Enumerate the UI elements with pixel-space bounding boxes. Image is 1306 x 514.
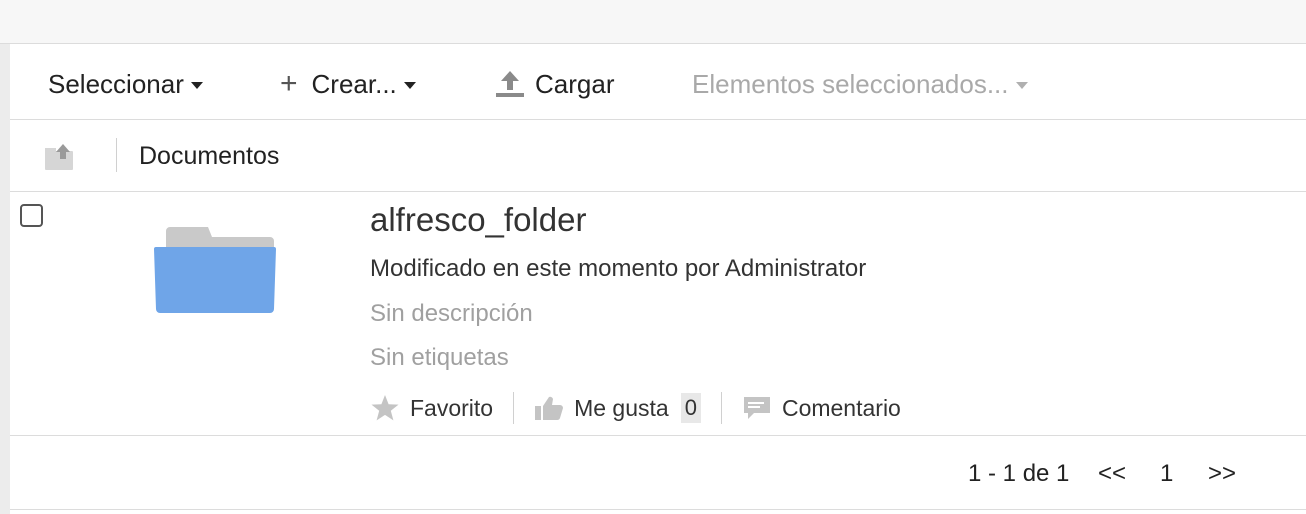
comment-label: Comentario — [781, 394, 901, 421]
next-page-link[interactable]: >> — [1208, 460, 1236, 488]
document-library-panel: Seleccionar + Crear... Cargar Elementos … — [10, 44, 1306, 514]
chevron-down-icon — [403, 82, 416, 89]
create-menu-label: Crear... — [311, 68, 397, 99]
breadcrumb[interactable]: Documentos — [139, 142, 279, 171]
selected-items-label: Elementos seleccionados... — [692, 68, 1009, 99]
favorite-button[interactable]: Favorito — [370, 394, 493, 422]
action-divider — [513, 392, 515, 424]
left-edge-strip — [0, 44, 10, 514]
upload-icon — [495, 70, 525, 98]
item-title-link[interactable]: alfresco_folder — [370, 201, 586, 239]
folder-icon[interactable] — [152, 225, 278, 320]
bottom-divider — [10, 509, 1306, 510]
plus-icon: + — [280, 67, 298, 100]
top-header-bar — [0, 0, 1306, 44]
first-page-link[interactable]: << — [1098, 460, 1126, 488]
chevron-down-icon — [190, 82, 203, 89]
like-button[interactable]: Me gusta 0 — [534, 393, 701, 423]
pagination-range: 1 - 1 de 1 — [968, 460, 1070, 487]
like-label: Me gusta — [574, 394, 669, 421]
select-checkbox[interactable] — [20, 204, 43, 227]
upload-button[interactable]: Cargar — [495, 68, 614, 100]
page-number-link[interactable]: 1 — [1160, 460, 1173, 488]
item-description: Sin descripción — [370, 300, 533, 327]
thumbs-up-icon — [535, 396, 564, 421]
action-divider — [720, 392, 722, 424]
selected-items-menu[interactable]: Elementos seleccionados... — [692, 68, 1028, 100]
select-menu-label: Seleccionar — [48, 68, 184, 99]
comment-icon — [743, 397, 770, 419]
upload-label: Cargar — [535, 68, 615, 99]
favorite-label: Favorito — [410, 394, 494, 421]
chevron-down-icon — [1015, 82, 1028, 89]
like-count-badge: 0 — [680, 393, 701, 423]
star-icon — [371, 395, 399, 421]
create-menu-button[interactable]: + Crear... — [280, 68, 416, 100]
pagination: 1 - 1 de 1 << 1 >> — [10, 455, 1306, 495]
comment-button[interactable]: Comentario — [742, 395, 901, 422]
parent-folder-icon[interactable] — [44, 142, 74, 177]
item-modified-info: Modificado en este momento por Administr… — [370, 255, 867, 282]
item-tags: Sin etiquetas — [370, 344, 509, 371]
path-bar: Documentos — [10, 120, 1306, 192]
select-menu-button[interactable]: Seleccionar — [48, 68, 203, 100]
path-divider — [116, 138, 117, 172]
item-actions: Favorito Me gusta 0 Comentario — [370, 391, 901, 425]
toolbar: Seleccionar + Crear... Cargar Elementos … — [10, 44, 1306, 120]
list-item: alfresco_folder Modificado en este momen… — [10, 193, 1306, 436]
